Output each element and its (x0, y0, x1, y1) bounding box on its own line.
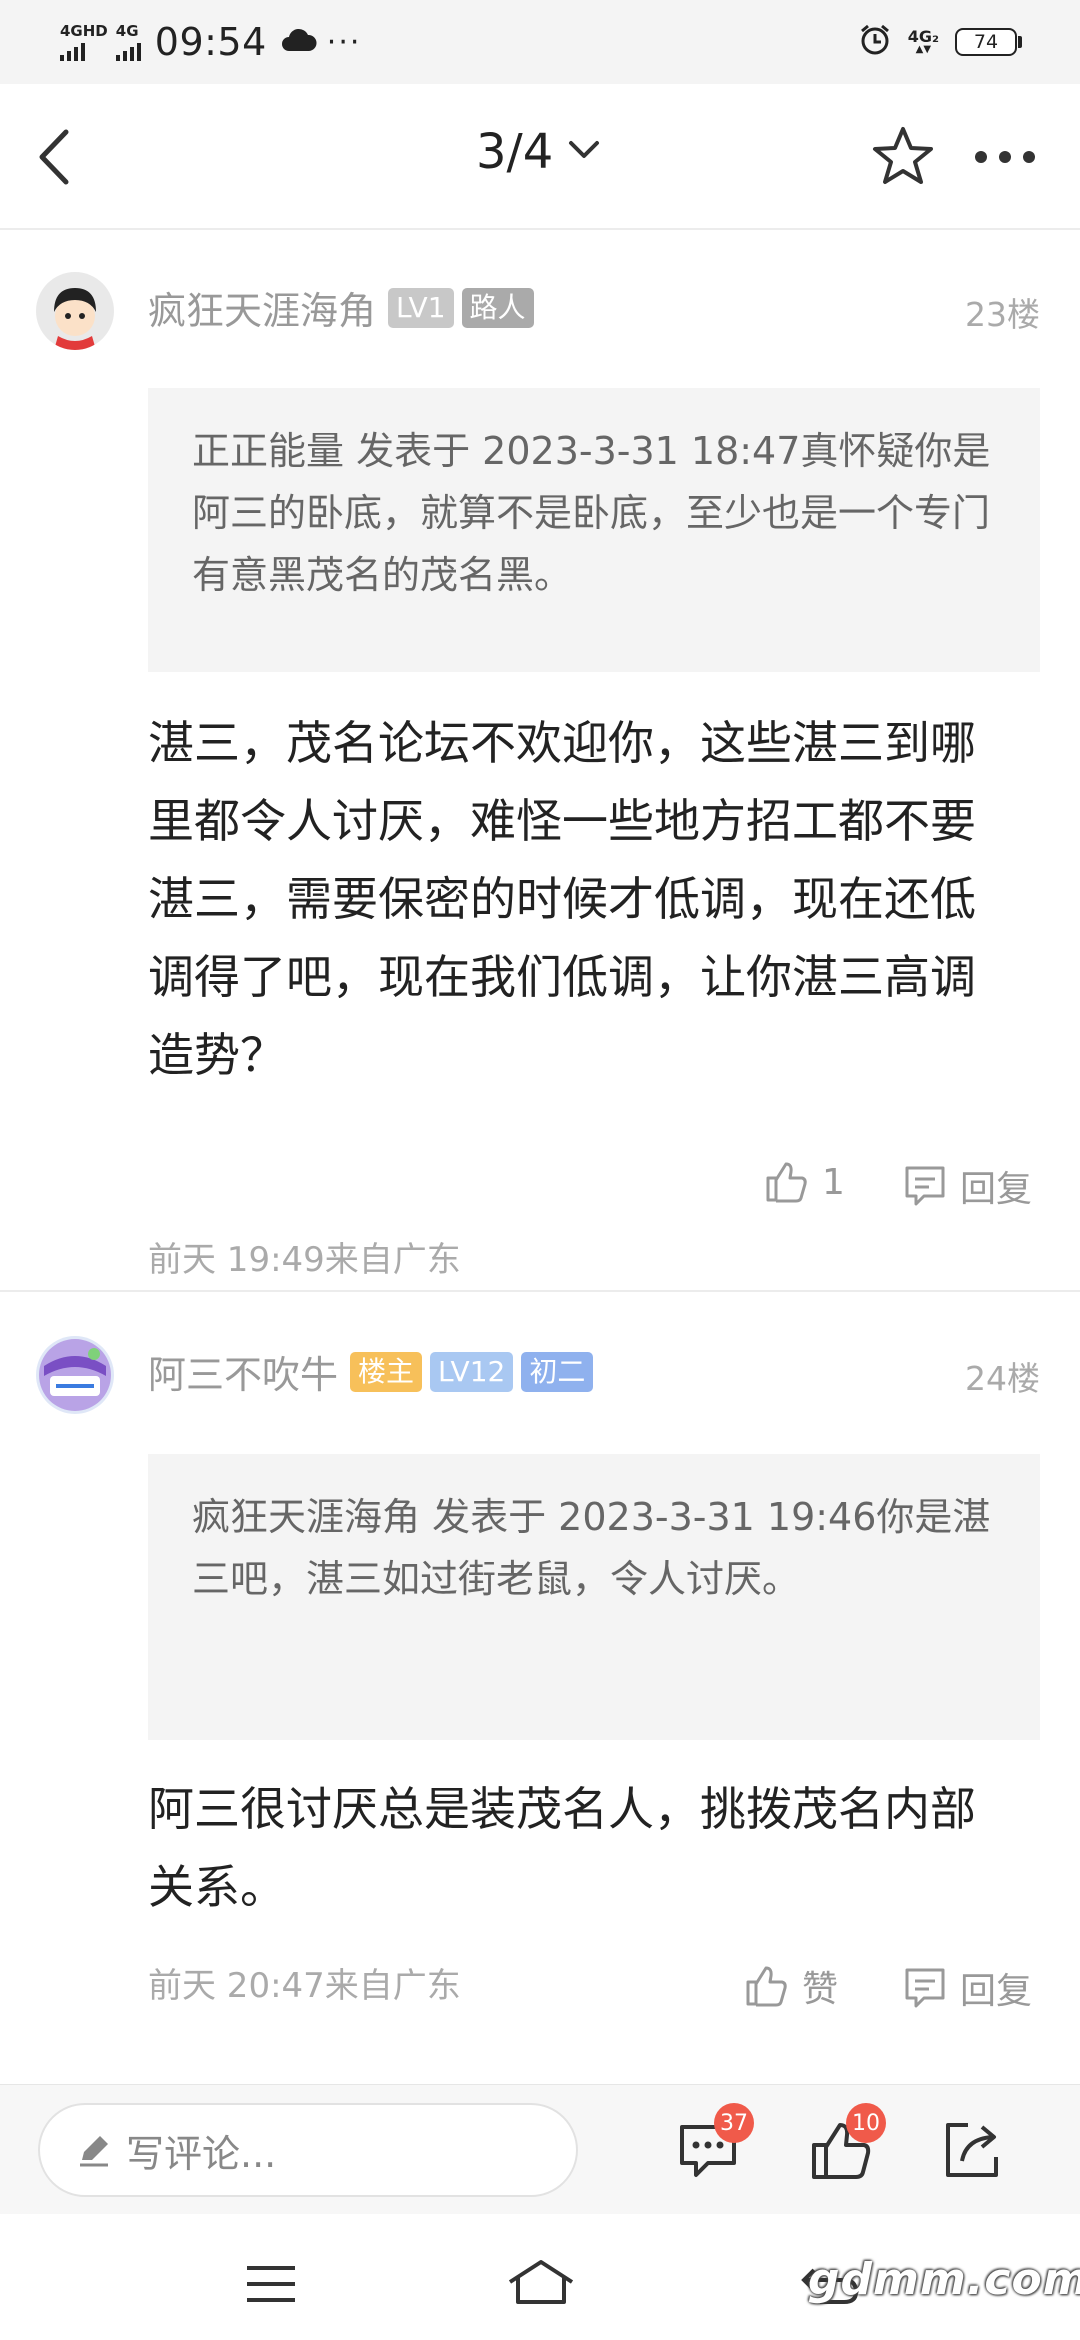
more-dots-icon (975, 151, 987, 163)
network-type-label: 4GHD (60, 21, 108, 40)
page-indicator: 3/4 (476, 124, 554, 180)
menu-icon (247, 2266, 295, 2302)
rank-badge: 路人 (461, 287, 534, 328)
clock: 09:54 (154, 20, 267, 64)
username[interactable]: 阿三不吹牛 (148, 1344, 338, 1399)
reply-label: 回复 (960, 1169, 1033, 1210)
signal-indicator-2: 4G (115, 21, 141, 61)
like-label: 赞 (802, 1969, 839, 2010)
star-icon (873, 127, 933, 184)
avatar[interactable] (36, 272, 114, 350)
more-button[interactable] (975, 142, 1055, 172)
rank-badge: 初二 (521, 1351, 594, 1392)
thumbs-up-icon (766, 1162, 807, 1203)
share-button[interactable] (940, 2117, 1006, 2183)
signal-bars-icon (115, 41, 141, 61)
pencil-icon (80, 2136, 108, 2167)
network-type-label: 4G₂ (907, 27, 939, 46)
reply-button[interactable]: 回复 (902, 1160, 1032, 1212)
favorite-button[interactable] (870, 124, 936, 190)
watermark: gdmm.com (808, 2254, 1080, 2305)
network-type-label: 4G (115, 21, 139, 40)
more-notifications-icon: ··· (326, 24, 362, 60)
top-navigation: 3/4 (0, 84, 1080, 230)
like-button[interactable]: 1 (762, 1158, 845, 1206)
comment-input[interactable]: 写评论... (38, 2103, 578, 2197)
page-selector[interactable]: 3/4 (476, 124, 601, 180)
user-info: 疯狂天涯海角 LV1 路人 (148, 280, 542, 335)
thumbs-up-icon (746, 1966, 787, 2007)
user-info: 阿三不吹牛 楼主 LV12 初二 (148, 1344, 601, 1399)
back-button[interactable] (28, 122, 88, 192)
comment-bar: 写评论... 37 10 (0, 2084, 1080, 2214)
like-button[interactable]: 赞 (742, 1960, 838, 2012)
post-content: 阿三很讨厌总是装茂名人，挑拨茂名内部关系。 (148, 1782, 976, 1914)
like-count: 1 (822, 1161, 845, 1203)
cloud-icon (281, 27, 317, 57)
post-time: 前天 19:49来自广东 (148, 1240, 461, 1280)
like-post-button[interactable]: 10 (808, 2103, 886, 2183)
level-badge: LV12 (430, 1351, 514, 1392)
home-button[interactable] (506, 2258, 576, 2310)
floor-number: 23楼 (965, 295, 1040, 334)
battery-icon: 74 (955, 28, 1022, 56)
network-4g-indicator: 4G₂ ▲▼ (907, 27, 939, 55)
chevron-left-icon (39, 129, 69, 185)
comment-bubble-icon (905, 1166, 945, 1206)
chevron-down-icon (569, 141, 600, 158)
username[interactable]: 疯狂天涯海角 (148, 280, 376, 335)
comments-button[interactable]: 37 (676, 2103, 754, 2183)
alarm-icon (858, 23, 892, 61)
avatar[interactable] (36, 1336, 114, 1414)
reply-post: 疯狂天涯海角 LV1 路人 23楼 正正能量 发表于 2023-3-31 18:… (0, 230, 1080, 1290)
comment-placeholder: 写评论... (126, 2131, 277, 2176)
menu-button[interactable] (244, 2264, 298, 2308)
share-icon (946, 2123, 998, 2177)
home-icon (508, 2260, 574, 2304)
signal-indicator-1: 4GHD (60, 21, 108, 61)
status-bar: 4GHD 4G 09:54 ··· 4G₂ ▲▼ 74 (0, 0, 1080, 84)
quoted-message: 正正能量 发表于 2023-3-31 18:47真怀疑你是阿三的卧底，就算不是卧… (148, 388, 1040, 672)
comment-bubble-icon (905, 1968, 945, 2008)
post-time: 前天 20:47来自广东 (148, 1966, 461, 2006)
level-badge: LV1 (388, 287, 454, 328)
comment-count-badge: 37 (714, 2103, 754, 2143)
floor-number: 24楼 (965, 1359, 1040, 1398)
post-content: 湛三，茂名论坛不欢迎你，这些湛三到哪里都令人讨厌，难怪一些地方招工都不要湛三，需… (148, 716, 976, 1082)
quoted-message: 疯狂天涯海角 发表于 2023-3-31 19:46你是湛三吧，湛三如过街老鼠，… (148, 1454, 1040, 1740)
reply-label: 回复 (960, 1971, 1033, 2012)
like-count-badge: 10 (846, 2103, 886, 2143)
thread-owner-badge: 楼主 (350, 1351, 423, 1392)
reply-button[interactable]: 回复 (902, 1962, 1032, 2014)
signal-bars-icon (60, 41, 85, 61)
battery-level: 74 (955, 28, 1017, 56)
